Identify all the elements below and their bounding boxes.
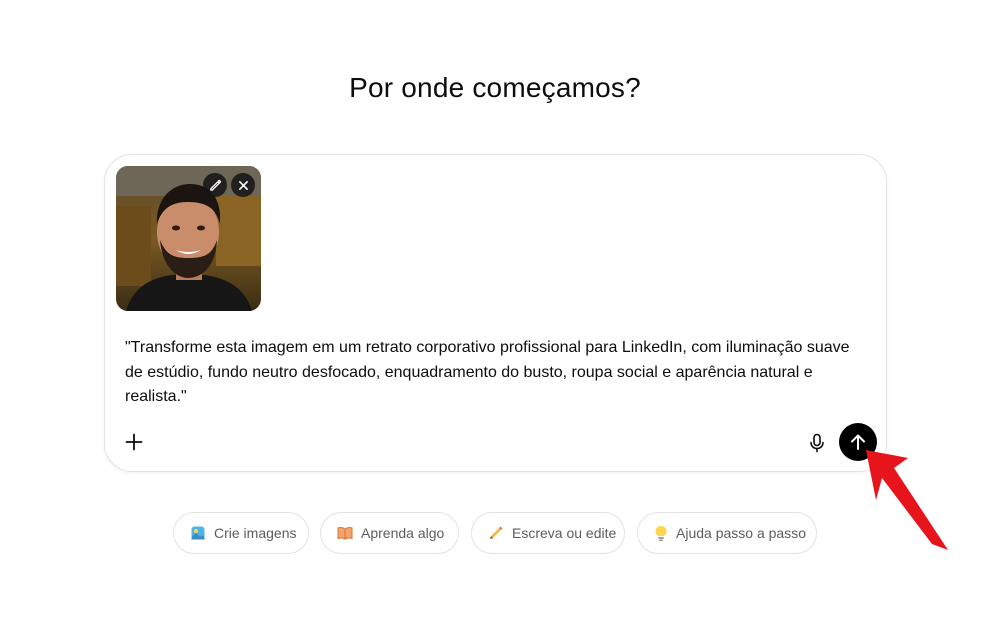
page: Por onde começamos? "Transforme esta ima… [0,0,984,632]
remove-attachment-button[interactable] [231,173,255,197]
edit-attachment-button[interactable] [203,173,227,197]
close-icon [238,180,248,190]
book-icon [337,524,353,542]
voice-input-button[interactable] [806,431,828,455]
lightbulb-icon [654,524,668,542]
prompt-composer[interactable]: "Transforme esta imagem em um retrato co… [104,154,887,472]
suggestion-create-images[interactable]: Crie imagens [173,512,309,554]
suggestion-label: Escreva ou edite [512,525,617,541]
suggestion-label: Ajuda passo a passo [676,525,806,541]
suggestion-step-by-step[interactable]: Ajuda passo a passo [637,512,817,554]
attachment-thumbnail[interactable] [116,166,261,311]
add-attachment-button[interactable] [121,429,147,455]
suggestion-write-or-edit[interactable]: Escreva ou edite [471,512,625,554]
prompt-input[interactable]: "Transforme esta imagem em um retrato co… [125,336,870,410]
pencil-icon [488,524,504,542]
microphone-icon [810,433,824,453]
suggestion-learn-something[interactable]: Aprenda algo [320,512,459,554]
suggestion-label: Aprenda algo [361,525,445,541]
red-arrow-icon [866,450,948,550]
pencil-icon [209,179,221,191]
image-icon [190,524,206,542]
suggestion-label: Crie imagens [214,525,297,541]
plus-icon [125,433,143,451]
page-title: Por onde começamos? [349,72,641,103]
